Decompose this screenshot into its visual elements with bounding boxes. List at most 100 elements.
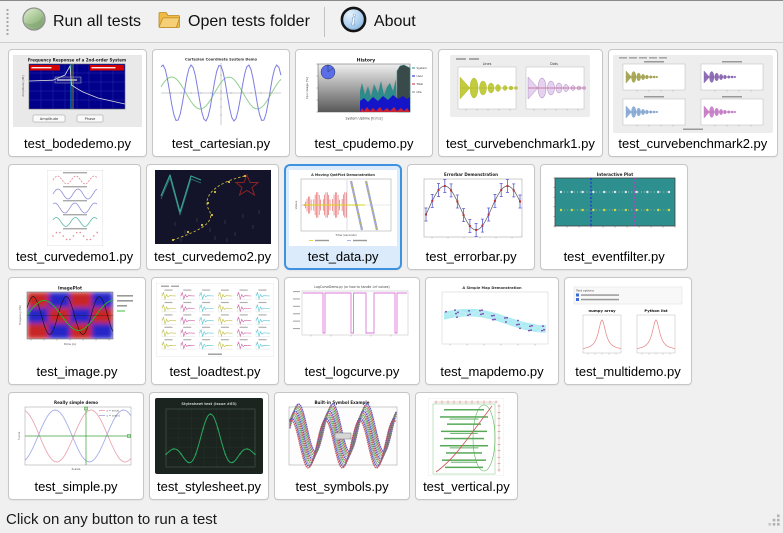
grid-row: Frequency Response of a 2nd-order System… xyxy=(8,49,779,157)
svg-text:y = cos(x): y = cos(x) xyxy=(107,414,120,418)
svg-text:Test options: Test options xyxy=(575,289,594,293)
svg-text:Amplitude [dB]: Amplitude [dB] xyxy=(21,75,25,96)
svg-text:A Simple Map Demonstration: A Simple Map Demonstration xyxy=(462,286,522,290)
thumbnail: Errorbar Demonstration xyxy=(412,170,531,244)
svg-text:Time (seconds): Time (seconds) xyxy=(334,233,356,237)
svg-text:Really simple demo: Really simple demo xyxy=(54,400,98,405)
thumbnail-test_logcurve.py: LogCurveDemo.py (or how to handle -inf v… xyxy=(289,283,415,341)
thumbnail: ImagePlot Frequency (Hz) time (s) xyxy=(13,283,141,355)
svg-text:Lines: Lines xyxy=(483,62,492,66)
svg-text:Built-in Symbol Example: Built-in Symbol Example xyxy=(315,400,370,405)
test-card-label: test_stylesheet.py xyxy=(157,479,262,494)
svg-text:Phase: Phase xyxy=(85,117,97,121)
test-card-test_curvebenchmark1.py[interactable]: Lines Dots test_curvebenchmark1.py xyxy=(438,49,603,157)
test-card-test_curvedemo2.py[interactable]: test_curvedemo2.py xyxy=(146,164,280,270)
grid-row: Really simple demo y = sin(x) y = cos(x) Y-… xyxy=(8,392,779,500)
svg-text:Frequency Response of a 2nd-or: Frequency Response of a 2nd-order System xyxy=(28,58,126,63)
toolbar-separator xyxy=(323,6,325,37)
svg-text:X-axis: X-axis xyxy=(72,467,81,471)
toolbar: Run all tests Open tests folder i About xyxy=(0,1,783,43)
tests-grid: Frequency Response of a 2nd-order System… xyxy=(0,43,783,500)
test-card-label: test_cpudemo.py xyxy=(314,136,414,151)
test-card-test_mapdemo.py[interactable]: A Simple Map Demonstration test_mapdemo.p… xyxy=(425,277,559,385)
thumbnail: Stylesheet test (issue #63) xyxy=(154,398,264,474)
thumbnail-test_symbols.py: Built-in Symbol Example xyxy=(279,398,406,472)
test-card-test_errorbar.py[interactable]: Errorbar Demonstration test_errorbar.py xyxy=(407,164,536,270)
test-card-test_curvebenchmark2.py[interactable]: test_curvebenchmark2.py xyxy=(607,49,778,157)
svg-text:Stylesheet test (issue #63): Stylesheet test (issue #63) xyxy=(181,402,237,406)
thumbnail-test_vertical.py xyxy=(428,398,505,476)
test-card-test_symbols.py[interactable]: Built-in Symbol Example test_symbols.py xyxy=(274,392,411,500)
thumbnail-test_eventfilter.py: Interactive Plot xyxy=(545,170,684,234)
test-card-label: test_image.py xyxy=(36,364,118,379)
test-card-label: test_bodedemo.py xyxy=(24,136,131,151)
thumbnail-test_loadtest.py xyxy=(156,283,274,357)
grid-row: ImagePlot Frequency (Hz) time (s) test_imag… xyxy=(8,277,779,385)
thumbnail-test_curvedemo2.py xyxy=(154,170,271,244)
thumbnail-test_stylesheet.py: Stylesheet test (issue #63) xyxy=(155,398,264,474)
test-card-test_multidemo.py[interactable]: Test options numpy array Python list test_m… xyxy=(564,277,692,385)
open-tests-folder-button[interactable]: Open tests folder xyxy=(153,5,320,38)
status-message: Click on any button to run a test xyxy=(6,510,217,528)
svg-text:Total: Total xyxy=(416,82,424,86)
app-window: Run all tests Open tests folder i About … xyxy=(0,0,783,533)
test-card-label: test_curvebenchmark1.py xyxy=(446,136,595,151)
test-card-test_stylesheet.py[interactable]: Stylesheet test (issue #63) test_styleshe… xyxy=(149,392,270,500)
resize-grip-icon[interactable] xyxy=(768,513,780,530)
test-card-test_simple.py[interactable]: Really simple demo y = sin(x) y = cos(x) Y-… xyxy=(8,392,144,500)
test-card-label: test_multidemo.py xyxy=(575,364,681,379)
test-card-label: test_curvedemo2.py xyxy=(154,249,272,264)
thumbnail xyxy=(13,170,136,246)
test-card-test_cpudemo.py[interactable]: History System User Total Idle Cpu Usage [%] S… xyxy=(295,49,433,157)
thumbnail-test_data.py: A Moving QwtPlot Demonstration Values Time… xyxy=(289,170,398,246)
test-card-test_vertical.py[interactable]: test_vertical.py xyxy=(415,392,518,500)
grid-row: test_curvedemo1.py test_curvedemo2.py A Mo… xyxy=(8,164,779,270)
svg-text:History: History xyxy=(357,58,375,64)
thumbnail: Lines Dots xyxy=(443,55,598,117)
test-card-test_eventfilter.py[interactable]: Interactive Plot test_eventfilter.py xyxy=(540,164,689,270)
svg-text:ImagePlot: ImagePlot xyxy=(58,286,82,291)
thumbnail: Frequency Response of a 2nd-order System… xyxy=(13,55,142,127)
svg-text:Cpu Usage [%]: Cpu Usage [%] xyxy=(305,77,309,99)
test-card-label: test_mapdemo.py xyxy=(440,364,544,379)
thumbnail-test_image.py: ImagePlot Frequency (Hz) time (s) xyxy=(13,283,141,355)
thumbnail: Interactive Plot xyxy=(545,170,684,234)
thumbnail xyxy=(612,55,773,133)
test-card-test_image.py[interactable]: ImagePlot Frequency (Hz) time (s) test_imag… xyxy=(8,277,146,385)
svg-text:time (s): time (s) xyxy=(64,342,76,346)
test-card-test_curvedemo1.py[interactable]: test_curvedemo1.py xyxy=(8,164,142,270)
test-card-label: test_errorbar.py xyxy=(425,249,517,264)
thumbnail xyxy=(151,170,274,244)
test-card-label: test_simple.py xyxy=(34,479,118,494)
svg-text:Python list: Python list xyxy=(644,308,667,313)
svg-text:System Uptime [h:m:s]: System Uptime [h:m:s] xyxy=(346,117,383,121)
svg-text:Amplitude: Amplitude xyxy=(40,117,59,121)
test-card-test_logcurve.py[interactable]: LogCurveDemo.py (or how to handle -inf v… xyxy=(284,277,420,385)
svg-text:Errorbar Demonstration: Errorbar Demonstration xyxy=(444,172,498,177)
svg-text:LogCurveDemo.py (or how to han: LogCurveDemo.py (or how to handle -inf v… xyxy=(314,285,389,289)
test-card-test_cartesian.py[interactable]: Cartesian Coordinate System Demo test_car… xyxy=(152,49,290,157)
test-card-label: test_eventfilter.py xyxy=(563,249,665,264)
thumbnail: History System User Total Idle Cpu Usage [%] S… xyxy=(300,55,428,123)
svg-text:Frequency (Hz): Frequency (Hz) xyxy=(18,305,22,325)
about-info-icon: i xyxy=(339,5,368,39)
test-card-test_data.py[interactable]: A Moving QwtPlot Demonstration Values Time… xyxy=(284,164,403,270)
test-card-test_bodedemo.py[interactable]: Frequency Response of a 2nd-order System… xyxy=(8,49,147,157)
svg-text:System: System xyxy=(417,66,428,70)
test-card-label: test_curvedemo1.py xyxy=(16,249,134,264)
about-label: About xyxy=(373,12,416,30)
test-card-label: test_vertical.py xyxy=(423,479,510,494)
thumbnail-test_simple.py: Really simple demo y = sin(x)y = cos(x) Y-… xyxy=(13,398,139,472)
thumbnail: Test options numpy array Python list xyxy=(569,283,687,361)
test-card-label: test_symbols.py xyxy=(295,479,389,494)
test-card-test_loadtest.py[interactable]: test_loadtest.py xyxy=(151,277,279,385)
test-card-label: test_curvebenchmark2.py xyxy=(618,136,768,151)
about-button[interactable]: i About xyxy=(335,2,426,42)
open-tests-folder-label: Open tests folder xyxy=(188,12,310,30)
thumbnail: Cartesian Coordinate System Demo xyxy=(157,55,285,127)
run-all-tests-button[interactable]: Run all tests xyxy=(17,3,151,40)
svg-text:Dots: Dots xyxy=(551,62,559,66)
thumbnail-test_cpudemo.py: History System User Total Idle Cpu Usage [%] S… xyxy=(300,55,428,123)
toolbar-grip[interactable] xyxy=(4,6,10,37)
thumbnail-test_multidemo.py: Test options numpy array Python list xyxy=(569,283,687,361)
